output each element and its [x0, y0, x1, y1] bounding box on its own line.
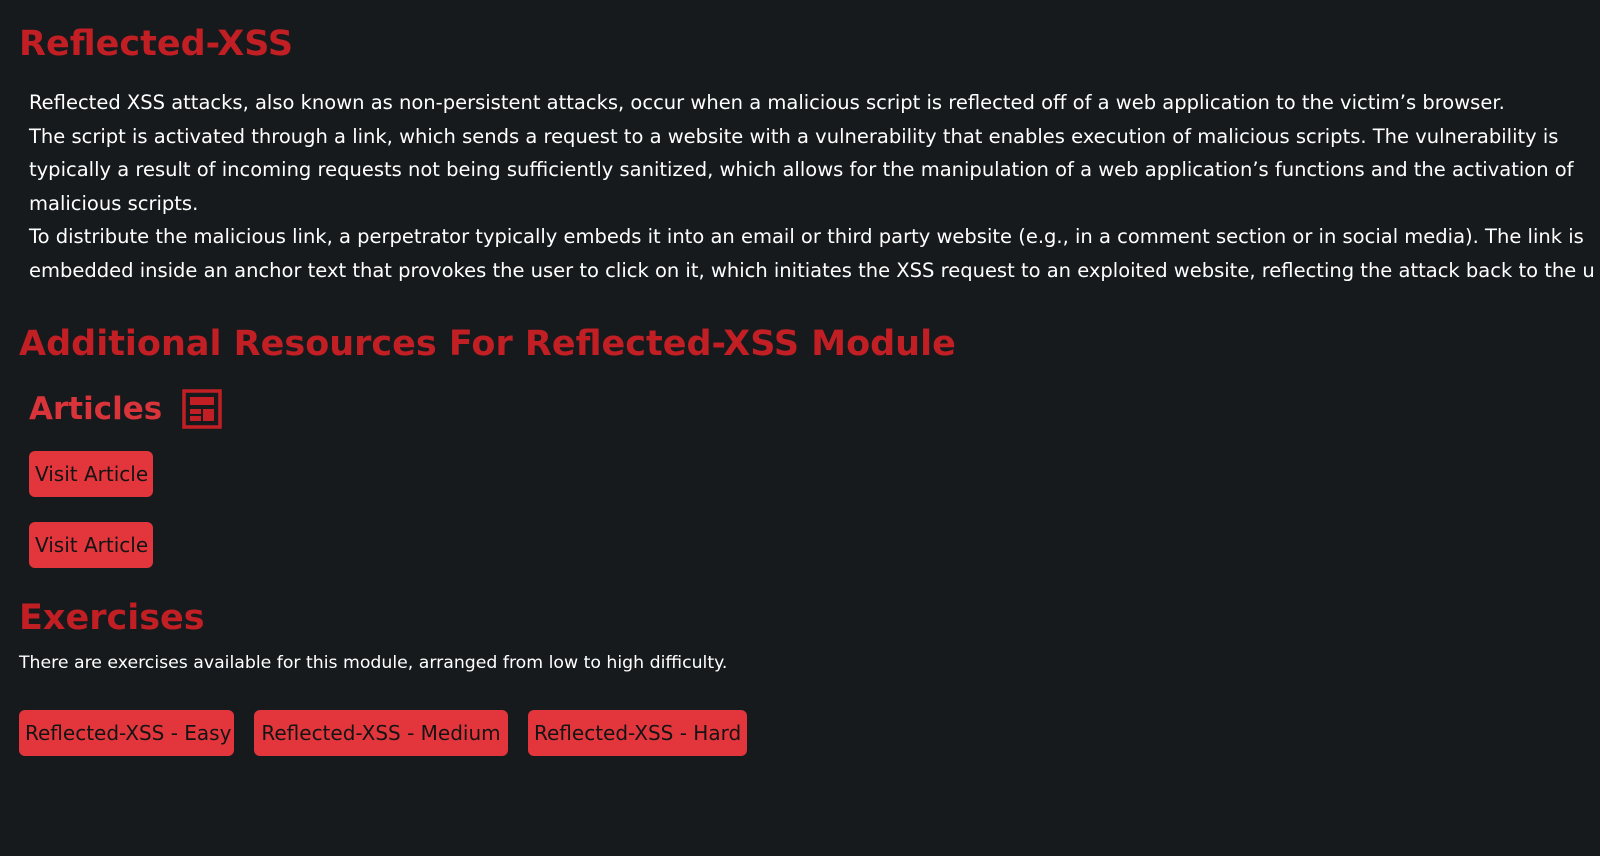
- module-title: Reflected-XSS: [19, 24, 294, 64]
- exercises-title: Exercises: [19, 598, 205, 638]
- module-intro: Reflected XSS attacks, also known as non…: [29, 86, 1600, 288]
- resources-title: Additional Resources For Reflected-XSS M…: [19, 324, 956, 364]
- intro-line: typically a result of incoming requests …: [29, 158, 1574, 182]
- intro-line: embedded inside an anchor text that prov…: [29, 258, 1595, 282]
- visit-article-button[interactable]: Visit Article: [29, 522, 153, 568]
- intro-line: malicious scripts.: [29, 191, 199, 215]
- exercise-buttons: Reflected-XSS - Easy Reflected-XSS - Med…: [19, 710, 747, 756]
- exercise-easy-button[interactable]: Reflected-XSS - Easy: [19, 710, 234, 756]
- article-icon: [182, 389, 222, 429]
- articles-heading-label: Articles: [29, 391, 163, 427]
- visit-article-button[interactable]: Visit Article: [29, 451, 153, 497]
- intro-line: To distribute the malicious link, a perp…: [29, 225, 1584, 249]
- exercises-description: There are exercises available for this m…: [19, 653, 728, 673]
- exercise-hard-button[interactable]: Reflected-XSS - Hard: [528, 710, 747, 756]
- articles-heading: Articles: [29, 389, 222, 429]
- intro-line: Reflected XSS attacks, also known as non…: [29, 91, 1505, 114]
- intro-line: The script is activated through a link, …: [29, 124, 1559, 148]
- exercise-medium-button[interactable]: Reflected-XSS - Medium: [254, 710, 508, 756]
- module-page: Reflected-XSS Reflected XSS attacks, als…: [0, 0, 1600, 856]
